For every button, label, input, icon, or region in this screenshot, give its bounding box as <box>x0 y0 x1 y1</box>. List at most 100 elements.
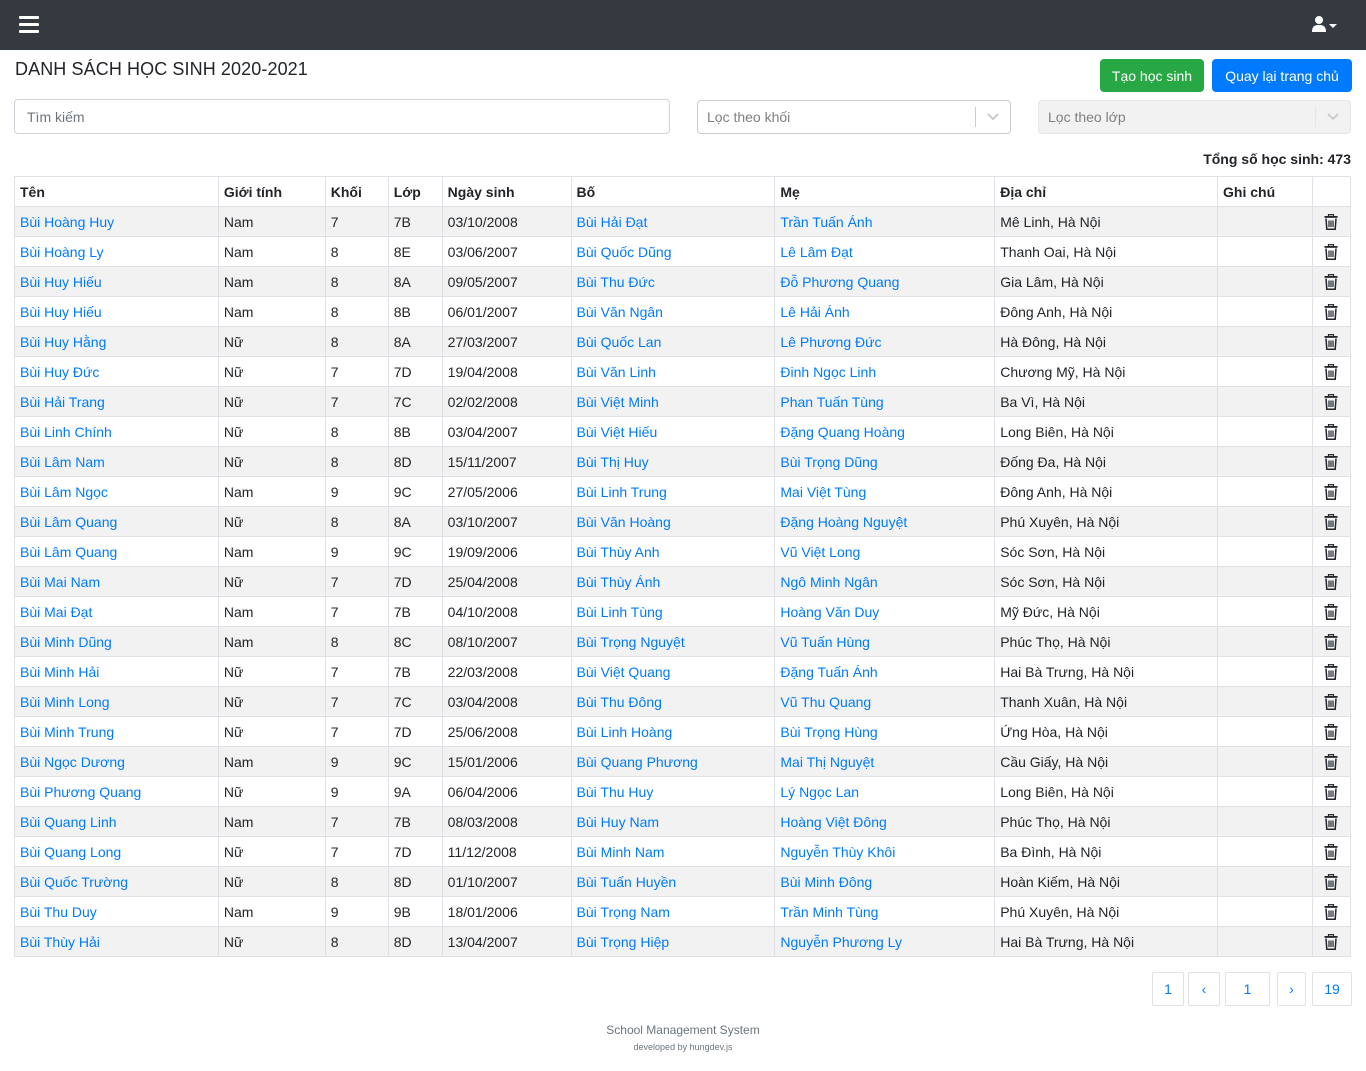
search-input[interactable] <box>14 99 670 134</box>
trash-icon[interactable] <box>1324 603 1338 621</box>
student-name-link[interactable]: Bùi Thu Duy <box>20 904 97 920</box>
trash-icon[interactable] <box>1324 843 1338 861</box>
grade-filter-select[interactable]: Lọc theo khối <box>697 100 1011 134</box>
student-name-link[interactable]: Bùi Thùy Hải <box>20 934 100 950</box>
student-name-link[interactable]: Bùi Lâm Quang <box>20 514 117 530</box>
mother-name-link[interactable]: Phan Tuấn Tùng <box>780 394 883 410</box>
mother-name-link[interactable]: Vũ Việt Long <box>780 544 860 560</box>
trash-icon[interactable] <box>1324 243 1338 261</box>
student-name-link[interactable]: Bùi Quang Linh <box>20 814 117 830</box>
trash-icon[interactable] <box>1324 303 1338 321</box>
mother-name-link[interactable]: Đặng Hoàng Nguyệt <box>780 514 907 530</box>
trash-icon[interactable] <box>1324 663 1338 681</box>
col-header-address[interactable]: Địa chỉ <box>994 176 1219 207</box>
mother-name-link[interactable]: Vũ Thu Quang <box>780 694 871 710</box>
father-name-link[interactable]: Bùi Minh Nam <box>577 844 665 860</box>
father-name-link[interactable]: Bùi Việt Minh <box>577 394 659 410</box>
father-name-link[interactable]: Bùi Văn Linh <box>577 364 656 380</box>
col-header-class[interactable]: Lớp <box>387 176 443 207</box>
trash-icon[interactable] <box>1324 423 1338 441</box>
mother-name-link[interactable]: Đinh Ngọc Linh <box>780 364 876 380</box>
trash-icon[interactable] <box>1324 393 1338 411</box>
col-header-name[interactable]: Tên <box>14 176 219 207</box>
trash-icon[interactable] <box>1324 333 1338 351</box>
student-name-link[interactable]: Bùi Mai Nam <box>20 574 100 590</box>
father-name-link[interactable]: Bùi Trọng Hiệp <box>577 934 670 950</box>
father-name-link[interactable]: Bùi Quang Phương <box>577 754 698 770</box>
col-header-dob[interactable]: Ngày sinh <box>441 176 572 207</box>
father-name-link[interactable]: Bùi Việt Hiếu <box>577 424 658 440</box>
mother-name-link[interactable]: Hoàng Văn Duy <box>780 604 879 620</box>
mother-name-link[interactable]: Bùi Minh Đông <box>780 874 872 890</box>
mother-name-link[interactable]: Vũ Tuấn Hùng <box>780 634 870 650</box>
student-name-link[interactable]: Bùi Minh Trung <box>20 724 114 740</box>
col-header-gender[interactable]: Giới tính <box>217 176 326 207</box>
trash-icon[interactable] <box>1324 213 1338 231</box>
mother-name-link[interactable]: Bùi Trọng Dũng <box>780 454 877 470</box>
mother-name-link[interactable]: Trần Tuấn Ánh <box>780 214 872 230</box>
student-name-link[interactable]: Bùi Minh Dũng <box>20 634 112 650</box>
trash-icon[interactable] <box>1324 753 1338 771</box>
student-name-link[interactable]: Bùi Ngọc Dương <box>20 754 125 770</box>
mother-name-link[interactable]: Lê Hải Ánh <box>780 304 849 320</box>
student-name-link[interactable]: Bùi Linh Chính <box>20 424 112 440</box>
father-name-link[interactable]: Bùi Thùy Ánh <box>577 574 661 590</box>
trash-icon[interactable] <box>1324 933 1338 951</box>
mother-name-link[interactable]: Đỗ Phương Quang <box>780 274 899 290</box>
trash-icon[interactable] <box>1324 483 1338 501</box>
father-name-link[interactable]: Bùi Linh Tùng <box>577 604 663 620</box>
mother-name-link[interactable]: Lê Lâm Đạt <box>780 244 852 260</box>
mother-name-link[interactable]: Lý Ngọc Lan <box>780 784 859 800</box>
trash-icon[interactable] <box>1324 813 1338 831</box>
trash-icon[interactable] <box>1324 273 1338 291</box>
student-name-link[interactable]: Bùi Hải Trang <box>20 394 105 410</box>
user-menu-toggle[interactable] <box>1312 15 1340 35</box>
student-name-link[interactable]: Bùi Hoàng Huy <box>20 214 114 230</box>
mother-name-link[interactable]: Nguyễn Thùy Khôi <box>780 844 895 860</box>
trash-icon[interactable] <box>1324 633 1338 651</box>
hamburger-icon[interactable] <box>19 16 39 34</box>
father-name-link[interactable]: Bùi Tuấn Huyền <box>577 874 677 890</box>
mother-name-link[interactable]: Ngô Minh Ngân <box>780 574 877 590</box>
student-name-link[interactable]: Bùi Huy Hiếu <box>20 274 102 290</box>
student-name-link[interactable]: Bùi Phương Quang <box>20 784 141 800</box>
father-name-link[interactable]: Bùi Quốc Lan <box>577 334 662 350</box>
student-name-link[interactable]: Bùi Huy Hằng <box>20 334 106 350</box>
mother-name-link[interactable]: Hoàng Việt Đông <box>780 814 886 830</box>
page-next[interactable]: › <box>1277 972 1306 1006</box>
trash-icon[interactable] <box>1324 573 1338 591</box>
trash-icon[interactable] <box>1324 513 1338 531</box>
mother-name-link[interactable]: Bùi Trọng Hùng <box>780 724 877 740</box>
father-name-link[interactable]: Bùi Văn Hoàng <box>577 514 671 530</box>
student-name-link[interactable]: Bùi Minh Hải <box>20 664 99 680</box>
father-name-link[interactable]: Bùi Linh Trung <box>577 484 667 500</box>
father-name-link[interactable]: Bùi Trọng Nguyệt <box>577 634 685 650</box>
student-name-link[interactable]: Bùi Huy Hiếu <box>20 304 102 320</box>
trash-icon[interactable] <box>1324 543 1338 561</box>
mother-name-link[interactable]: Trần Minh Tùng <box>780 904 878 920</box>
mother-name-link[interactable]: Đặng Quang Hoàng <box>780 424 905 440</box>
mother-name-link[interactable]: Lê Phương Đức <box>780 334 881 350</box>
trash-icon[interactable] <box>1324 783 1338 801</box>
father-name-link[interactable]: Bùi Việt Quang <box>577 664 671 680</box>
page-prev[interactable]: ‹ <box>1188 972 1220 1006</box>
student-name-link[interactable]: Bùi Lâm Quang <box>20 544 117 560</box>
trash-icon[interactable] <box>1324 453 1338 471</box>
col-header-grade[interactable]: Khối <box>324 176 389 207</box>
father-name-link[interactable]: Bùi Linh Hoàng <box>577 724 673 740</box>
student-name-link[interactable]: Bùi Quốc Trường <box>20 874 128 890</box>
mother-name-link[interactable]: Mai Việt Tùng <box>780 484 866 500</box>
trash-icon[interactable] <box>1324 363 1338 381</box>
student-name-link[interactable]: Bùi Hoàng Ly <box>20 244 104 260</box>
father-name-link[interactable]: Bùi Thùy Anh <box>577 544 660 560</box>
back-home-button[interactable]: Quay lại trang chủ <box>1212 59 1352 92</box>
father-name-link[interactable]: Bùi Thu Đức <box>577 274 655 290</box>
page-last[interactable]: 19 <box>1312 972 1352 1006</box>
father-name-link[interactable]: Bùi Trọng Nam <box>577 904 670 920</box>
trash-icon[interactable] <box>1324 903 1338 921</box>
trash-icon[interactable] <box>1324 693 1338 711</box>
father-name-link[interactable]: Bùi Hải Đạt <box>577 214 648 230</box>
father-name-link[interactable]: Bùi Huy Nam <box>577 814 659 830</box>
father-name-link[interactable]: Bùi Thị Huy <box>577 454 649 470</box>
father-name-link[interactable]: Bùi Thu Đông <box>577 694 662 710</box>
